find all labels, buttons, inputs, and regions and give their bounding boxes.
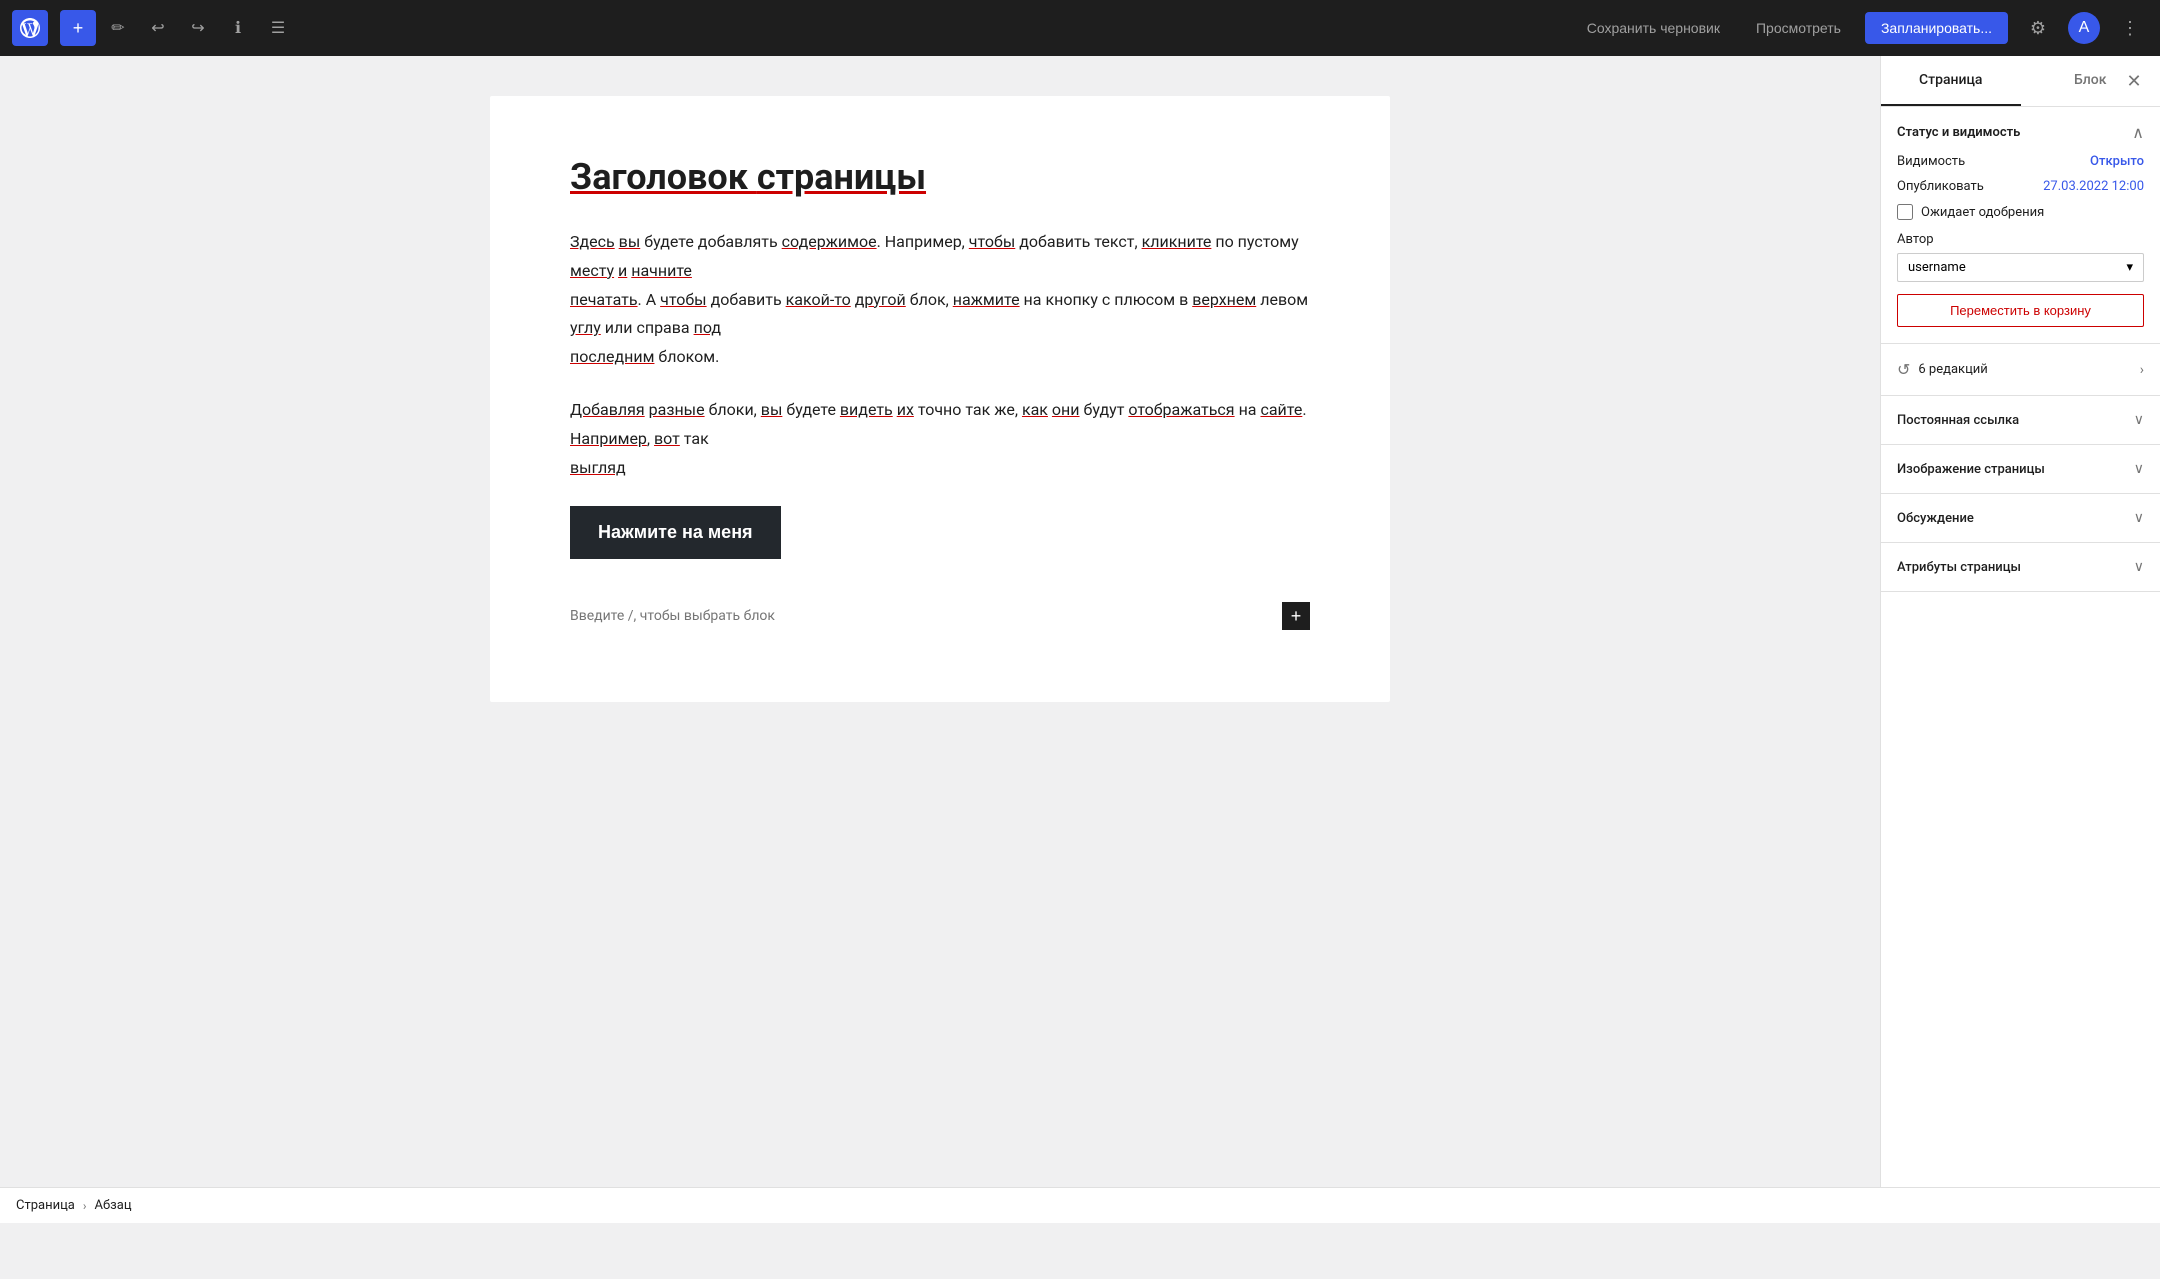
status-bar: Страница › Абзац: [0, 1187, 2160, 1223]
cta-button[interactable]: Нажмите на меня: [570, 506, 781, 559]
more-options-button[interactable]: ⋮: [2112, 10, 2148, 46]
save-draft-button[interactable]: Сохранить черновик: [1575, 14, 1732, 42]
redo-button[interactable]: ↪: [180, 10, 216, 46]
sidebar: Страница Блок ✕ Статус и видимость ∧ Вид…: [1880, 56, 2160, 1223]
inline-add-block-button[interactable]: +: [1282, 602, 1310, 630]
featured-image-chevron-icon: ∨: [2134, 461, 2144, 477]
permalink-title: Постоянная ссылка: [1897, 413, 2019, 428]
editor-canvas: Заголовок страницы Здесь вы будете добав…: [490, 96, 1390, 702]
awaiting-approval-row: Ожидает одобрения: [1897, 204, 2144, 220]
author-select[interactable]: username ▾: [1897, 253, 2144, 282]
discussion-section[interactable]: Обсуждение ∨: [1881, 494, 2160, 543]
toolbar: + ✏ ↩ ↪ ℹ ☰ Сохранить черновик Просмотре…: [0, 0, 2160, 56]
visibility-label: Видимость: [1897, 154, 1965, 169]
author-section: Автор username ▾: [1897, 232, 2144, 282]
revisions-section[interactable]: ↺ 6 редакций ›: [1881, 344, 2160, 396]
awaiting-approval-label: Ожидает одобрения: [1921, 205, 2044, 220]
edit-tool-button[interactable]: ✏: [100, 10, 136, 46]
page-attributes-section[interactable]: Атрибуты страницы ∨: [1881, 543, 2160, 592]
breadcrumb-page[interactable]: Страница: [16, 1198, 75, 1213]
visibility-row: Видимость Открыто: [1897, 154, 2144, 169]
status-visibility-section: Статус и видимость ∧ Видимость Открыто О…: [1881, 107, 2160, 344]
schedule-button[interactable]: Запланировать...: [1865, 12, 2008, 44]
content-paragraph-1[interactable]: Здесь вы будете добавлять содержимое. На…: [570, 228, 1310, 372]
wp-logo-icon: [20, 18, 40, 38]
sidebar-close-button[interactable]: ✕: [2116, 63, 2152, 99]
breadcrumb-separator: ›: [83, 1199, 87, 1213]
block-inserter-area[interactable]: Введите /, чтобы выбрать блок +: [570, 589, 1310, 642]
permalink-chevron-icon: ∨: [2134, 412, 2144, 428]
revisions-chevron-icon: ›: [2140, 362, 2144, 378]
wp-logo: [12, 10, 48, 46]
info-button[interactable]: ℹ: [220, 10, 256, 46]
editor-area: Заголовок страницы Здесь вы будете добав…: [0, 56, 1880, 1223]
author-dropdown-icon: ▾: [2126, 260, 2133, 275]
breadcrumb-block[interactable]: Абзац: [94, 1198, 131, 1213]
page-title-underlined: страницы: [757, 156, 926, 198]
content-paragraph-2[interactable]: Добавляя разные блоки, вы будете видеть …: [570, 396, 1310, 482]
main-layout: Заголовок страницы Здесь вы будете добав…: [0, 56, 2160, 1223]
page-attributes-chevron-icon: ∨: [2134, 559, 2144, 575]
toolbar-right: Сохранить черновик Просмотреть Запланиро…: [1575, 10, 2148, 46]
block-hint-text: Введите /, чтобы выбрать блок: [570, 608, 775, 624]
page-title[interactable]: Заголовок страницы: [570, 156, 1310, 198]
status-section-title: Статус и видимость: [1897, 125, 2020, 140]
settings-button[interactable]: ⚙: [2020, 10, 2056, 46]
underlined-text-1: Здесь: [570, 232, 615, 251]
status-toggle-icon: ∧: [2132, 123, 2144, 142]
trash-button[interactable]: Переместить в корзину: [1897, 294, 2144, 327]
discussion-chevron-icon: ∨: [2134, 510, 2144, 526]
list-view-button[interactable]: ☰: [260, 10, 296, 46]
featured-image-section[interactable]: Изображение страницы ∨: [1881, 445, 2160, 494]
publish-value[interactable]: 27.03.2022 12:00: [2043, 179, 2144, 194]
revisions-text: 6 редакций: [1918, 362, 2131, 377]
revisions-icon: ↺: [1897, 360, 1910, 379]
tab-page[interactable]: Страница: [1881, 56, 2021, 106]
page-title-prefix: Заголовок: [570, 156, 757, 198]
visibility-value[interactable]: Открыто: [2090, 154, 2144, 169]
preview-button[interactable]: Просмотреть: [1744, 14, 1853, 42]
undo-button[interactable]: ↩: [140, 10, 176, 46]
featured-image-title: Изображение страницы: [1897, 462, 2045, 477]
publish-row: Опубликовать 27.03.2022 12:00: [1897, 179, 2144, 194]
author-value: username: [1908, 260, 1966, 275]
awaiting-approval-checkbox[interactable]: [1897, 204, 1913, 220]
permalink-section[interactable]: Постоянная ссылка ∨: [1881, 396, 2160, 445]
status-visibility-header[interactable]: Статус и видимость ∧: [1897, 123, 2144, 142]
page-attributes-title: Атрибуты страницы: [1897, 560, 2021, 575]
user-button[interactable]: A: [2068, 12, 2100, 44]
add-block-button[interactable]: +: [60, 10, 96, 46]
author-label: Автор: [1897, 232, 2144, 247]
sidebar-header: Страница Блок ✕: [1881, 56, 2160, 107]
discussion-title: Обсуждение: [1897, 511, 1974, 526]
publish-label: Опубликовать: [1897, 179, 1984, 194]
